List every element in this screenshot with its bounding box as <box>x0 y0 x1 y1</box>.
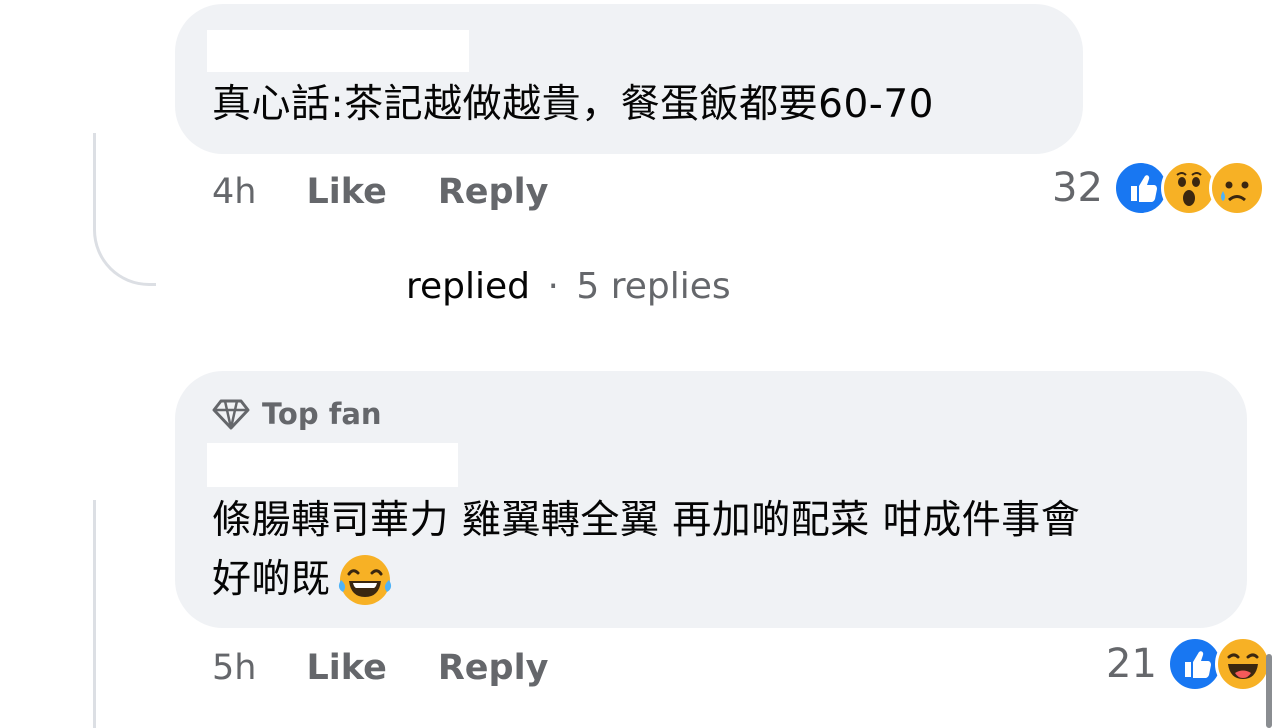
replies-count: 5 replies <box>576 266 731 307</box>
reaction-summary[interactable]: 21 <box>1106 636 1271 692</box>
comment-timestamp: 5h <box>212 648 257 688</box>
comment-actions: 5h Like Reply <box>212 643 548 693</box>
comment-text-line2: 好啲既 <box>212 550 395 610</box>
reaction-count: 21 <box>1106 641 1157 687</box>
diamond-icon <box>212 399 250 430</box>
reply-button[interactable]: Reply <box>438 172 549 212</box>
comment-text-end: 好啲既 <box>212 557 331 602</box>
scrollbar-thumb[interactable] <box>1266 654 1272 728</box>
comment-timestamp: 4h <box>212 172 257 212</box>
commenter-name-redacted <box>207 30 469 72</box>
view-replies-link[interactable]: replied · 5 replies <box>406 266 731 307</box>
top-fan-label: Top fan <box>262 397 382 431</box>
commenter-name-redacted <box>207 443 458 487</box>
laughing-crying-icon <box>335 550 395 610</box>
replied-label: replied <box>406 266 531 307</box>
comment-text-line1: 條腸轉司華力 雞翼轉全翼 再加啲配菜 咁成件事會 <box>212 498 1081 543</box>
thread-connector-2 <box>93 500 96 728</box>
like-button[interactable]: Like <box>306 648 386 688</box>
top-fan-badge: Top fan <box>212 397 382 431</box>
thread-connector-1 <box>93 133 156 286</box>
haha-icon <box>1214 636 1271 692</box>
reply-button[interactable]: Reply <box>438 648 549 688</box>
comment-text: 真心話:茶記越做越貴，餐蛋飯都要60-70 <box>212 82 934 127</box>
comment-actions: 4h Like Reply <box>212 167 548 217</box>
separator: · <box>547 266 559 307</box>
reaction-summary[interactable]: 32 <box>1052 160 1265 216</box>
reaction-count: 32 <box>1052 165 1103 211</box>
sad-icon <box>1208 160 1265 216</box>
like-button[interactable]: Like <box>306 172 386 212</box>
